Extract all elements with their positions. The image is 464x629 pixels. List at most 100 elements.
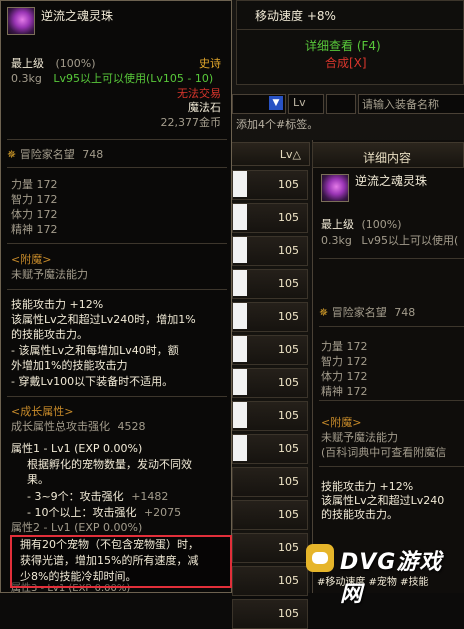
category-dropdown[interactable]: ▼ (232, 94, 286, 114)
item-icon (321, 174, 349, 202)
skill-line: 外增加1%的技能攻击力 (11, 359, 128, 372)
stat-value: 172 (36, 223, 58, 236)
search-bar: ▼ Lv 请输入装备名称 (232, 92, 464, 114)
item-list-row[interactable]: 105 (232, 599, 308, 629)
skill-line: - 穿戴Lv100以下装备时不适用。 (11, 375, 174, 388)
attr1-effect-value: +2075 (143, 506, 182, 519)
divider (7, 396, 227, 397)
row-selection-marker (233, 336, 247, 362)
watermark: DVG游戏网 (300, 538, 460, 607)
detail-skill-line: 该属性Lv之和超过Lv240 (321, 494, 445, 507)
detail-grade: 最上级 (321, 218, 354, 231)
rep-value: 748 (82, 148, 104, 161)
stat-name: 精神 (11, 223, 33, 236)
row-level-value: 105 (278, 508, 299, 521)
stat-value: 172 (346, 370, 368, 383)
row-level-value: 105 (278, 244, 299, 257)
attr1-effect-label: - 10个以上：攻击强化 (27, 506, 137, 519)
level-filter-dropdown[interactable]: Lv (288, 94, 324, 114)
item-type: 魔法石 (188, 101, 221, 114)
row-level-value: 105 (278, 178, 299, 191)
game-controller-icon (306, 544, 334, 572)
row-level-value: 105 (278, 574, 299, 587)
item-list-row[interactable]: 105 (232, 467, 308, 497)
item-list-row[interactable]: 105 (232, 170, 308, 200)
search-input[interactable]: 请输入装备名称 (358, 94, 464, 114)
detail-rep-value: 748 (394, 306, 416, 319)
divider (7, 243, 227, 244)
item-name: 逆流之魂灵珠 (41, 9, 114, 23)
row-selection-marker (233, 270, 247, 296)
item-list-row[interactable]: 105 (232, 302, 308, 332)
divider (7, 289, 227, 290)
enchant-title: <附魔> (11, 253, 52, 266)
stat-name: 力量 (321, 340, 343, 353)
stat-value: 172 (346, 340, 368, 353)
item-list-row[interactable]: 105 (232, 269, 308, 299)
item-weight: 0.3kg (11, 72, 42, 85)
stat-name: 力量 (11, 178, 33, 191)
move-speed-text: 移动速度 +8% (255, 9, 336, 23)
detail-enchant-hint: (百科词典中可查看附魔信 (321, 446, 447, 459)
item-list-row[interactable]: 105 (232, 335, 308, 365)
detail-grade-pct: (100%) (361, 218, 402, 231)
attr2-desc: 少8%的技能冷却时间。 (20, 570, 137, 583)
detail-enchant-title: <附魔> (321, 416, 362, 429)
level-input[interactable] (326, 94, 356, 114)
synthesize-button[interactable]: 合成[X] (325, 56, 367, 70)
row-selection-marker (233, 237, 247, 263)
attr2-desc: 拥有20个宠物（不包含宠物蛋）时， (20, 538, 199, 551)
item-list-row[interactable]: 105 (232, 566, 308, 596)
item-list-row[interactable]: 105 (232, 203, 308, 233)
row-selection-marker (233, 402, 247, 428)
row-level-value: 105 (278, 442, 299, 455)
skill-line: - 该属性Lv之和每增加Lv40时，额 (11, 344, 179, 357)
item-list-row[interactable]: 105 (232, 368, 308, 398)
growth-total-value: 4528 (117, 420, 146, 433)
stat-value: 172 (36, 208, 58, 221)
divider (319, 400, 464, 401)
stat-name: 精神 (321, 385, 343, 398)
item-list-row[interactable]: 105 (232, 236, 308, 266)
item-grade: 最上级 (11, 57, 44, 70)
item-list-row[interactable]: 105 (232, 434, 308, 464)
row-selection-marker (233, 435, 247, 461)
stat-value: 172 (36, 178, 58, 191)
row-level-value: 105 (278, 475, 299, 488)
row-selection-marker (233, 303, 247, 329)
row-level-value: 105 (278, 211, 299, 224)
highlight-box: 拥有20个宠物（不包含宠物蛋）时， 获得光谱，增加15%的所有速度，减 少8%的… (10, 535, 232, 588)
divider (319, 326, 464, 327)
item-price: 22,377金币 (160, 116, 222, 129)
row-level-value: 105 (278, 277, 299, 290)
lv-sort-header[interactable]: Lv△ (230, 142, 310, 166)
attr1-desc: 果。 (27, 473, 49, 486)
item-list-row[interactable]: 105 (232, 533, 308, 563)
stat-name: 体力 (321, 370, 343, 383)
lv-rows: 105 105 105 105 105 105 105 105 105 105 105 105 105 1… (230, 170, 310, 629)
divider (7, 139, 227, 140)
row-level-value: 105 (278, 310, 299, 323)
medal-icon: ✵ (319, 306, 329, 319)
item-list-row[interactable]: 105 (232, 401, 308, 431)
row-level-value: 105 (278, 343, 299, 356)
item-rarity: 史诗 (199, 57, 221, 70)
attr1-desc: 根据孵化的宠物数量，发动不同效 (27, 458, 192, 471)
row-selection-marker (233, 171, 247, 197)
row-selection-marker (233, 369, 247, 395)
row-selection-marker (233, 204, 247, 230)
detail-header-label: 详细内容 (363, 151, 412, 165)
rep-label: 冒险家名望 (19, 148, 75, 161)
tag-hint: 添加4个#标签。 (236, 118, 319, 131)
enchant-text: 未赋予魔法能力 (11, 268, 88, 281)
growth-total-label: 成长属性总攻击强化 (11, 420, 110, 433)
item-list-row[interactable]: 105 (232, 500, 308, 530)
item-level-req: Lv95以上可以使用(Lv105 - 10) (53, 72, 214, 85)
attr2-desc: 获得光谱，增加15%的所有速度，减 (20, 554, 199, 567)
detail-view-button[interactable]: 详细查看 (F4) (305, 39, 381, 53)
row-level-value: 105 (278, 607, 299, 620)
detail-item-name: 逆流之魂灵珠 (355, 174, 428, 188)
chevron-down-icon: ▼ (269, 96, 283, 110)
row-level-value: 105 (278, 376, 299, 389)
stat-name: 智力 (11, 193, 33, 206)
